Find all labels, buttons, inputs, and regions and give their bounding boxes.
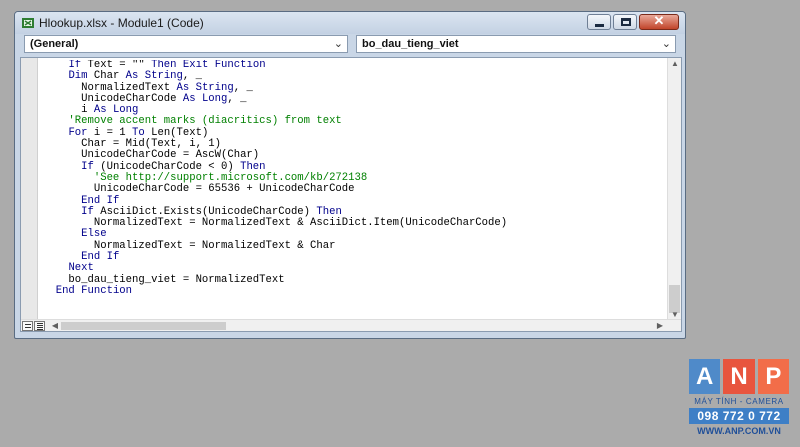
code-editor[interactable]: If Text = "" Then Exit Function Dim Char… <box>43 60 668 318</box>
scroll-up-icon[interactable]: ▲ <box>668 59 682 68</box>
vba-code-window: Hlookup.xlsx - Module1 (Code) ✕ (General… <box>14 11 686 339</box>
logo-letter: A <box>689 359 721 394</box>
code-line[interactable]: NormalizedText = NormalizedText & AsciiD… <box>43 217 668 229</box>
full-module-view-button[interactable] <box>34 321 45 331</box>
window-controls: ✕ <box>587 13 679 30</box>
bottom-bar: ◀ ▶ <box>21 319 681 331</box>
code-line[interactable]: NormalizedText = NormalizedText & Char <box>43 240 668 252</box>
procedure-view-button[interactable] <box>22 321 33 331</box>
code-line[interactable]: bo_dau_tieng_viet = NormalizedText <box>43 274 668 286</box>
close-icon: ✕ <box>653 13 665 28</box>
scroll-down-icon[interactable]: ▼ <box>668 310 682 319</box>
code-line[interactable]: UnicodeCharCode = 65536 + UnicodeCharCod… <box>43 183 668 195</box>
code-line[interactable]: UnicodeCharCode = AscW(Char) <box>43 150 668 162</box>
logo-subtitle: MÁY TÍNH - CAMERA <box>694 397 784 406</box>
object-dropdown-value: (General) <box>30 38 79 50</box>
logo-website: WWW.ANP.COM.VN <box>697 426 781 436</box>
object-dropdown[interactable]: (General) ⌄ <box>24 35 348 53</box>
logo-letters: A N P <box>689 359 789 394</box>
procedure-dropdown-value: bo_dau_tieng_viet <box>362 38 459 50</box>
restore-icon <box>621 18 631 26</box>
logo-phone: 098 772 0 772 <box>689 408 789 424</box>
minimize-button[interactable] <box>587 14 611 30</box>
code-line[interactable]: End Function <box>43 285 668 297</box>
margin-indicator-bar[interactable] <box>21 58 38 321</box>
procedure-combo-row: (General) ⌄ bo_dau_tieng_viet ⌄ <box>20 35 680 55</box>
chevron-down-icon: ⌄ <box>661 38 671 50</box>
logo-letter: P <box>757 359 789 394</box>
code-line[interactable]: Next <box>43 263 668 274</box>
restore-button[interactable] <box>613 14 637 30</box>
horizontal-scroll-thumb[interactable] <box>61 322 226 330</box>
code-line[interactable]: Dim Char As String, _ <box>43 70 668 82</box>
vertical-scroll-thumb[interactable] <box>669 285 680 313</box>
code-line[interactable]: End If <box>43 251 668 263</box>
minimize-icon <box>595 24 604 27</box>
procedure-dropdown[interactable]: bo_dau_tieng_viet ⌄ <box>356 35 676 53</box>
excel-module-icon <box>22 18 34 28</box>
code-pane[interactable]: If Text = "" Then Exit Function Dim Char… <box>20 57 682 332</box>
vertical-scrollbar[interactable]: ▲ ▼ <box>667 58 681 321</box>
title-bar[interactable]: Hlookup.xlsx - Module1 (Code) ✕ <box>15 12 685 34</box>
close-button[interactable]: ✕ <box>639 13 679 30</box>
scroll-right-icon[interactable]: ▶ <box>653 321 667 330</box>
logo-letter: N <box>723 359 755 394</box>
scroll-left-icon[interactable]: ◀ <box>48 321 62 330</box>
anp-logo: A N P MÁY TÍNH - CAMERA 098 772 0 772 WW… <box>689 359 789 439</box>
window-title: Hlookup.xlsx - Module1 (Code) <box>39 16 204 30</box>
chevron-down-icon: ⌄ <box>333 38 343 50</box>
